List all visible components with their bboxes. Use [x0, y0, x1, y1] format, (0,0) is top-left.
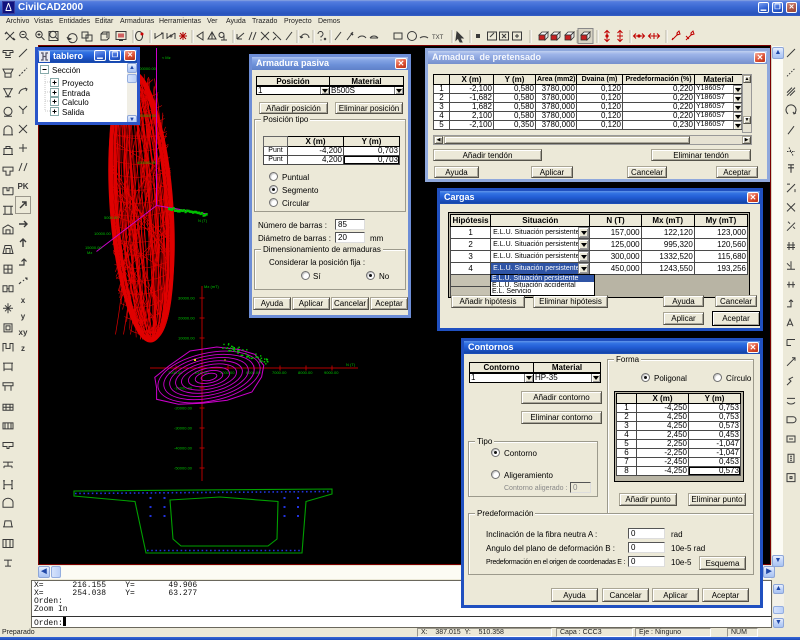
- svg-text:30000.00: 30000.00: [178, 296, 195, 301]
- svg-text:z: z: [21, 344, 25, 353]
- svg-text:5000.00: 5000.00: [104, 215, 119, 220]
- svg-text:-40000.00: -40000.00: [174, 446, 193, 451]
- svg-text:400000.00: 400000.00: [137, 160, 157, 165]
- svg-text:x: x: [21, 296, 26, 305]
- svg-text:Mz: Mz: [87, 250, 92, 255]
- svg-text:10000.00: 10000.00: [178, 336, 195, 341]
- svg-text:-50000.00: -50000.00: [174, 466, 193, 471]
- svg-text:y: y: [21, 312, 26, 321]
- svg-text:N (T): N (T): [198, 218, 208, 223]
- svg-text:≈ Mz: ≈ Mz: [162, 55, 171, 60]
- svg-text:xy: xy: [19, 328, 28, 337]
- svg-text:N (T): N (T): [346, 362, 356, 367]
- svg-text:7000.00: 7000.00: [272, 370, 287, 375]
- svg-text:x: x: [224, 357, 226, 362]
- svg-text:Mz (mT): Mz (mT): [204, 284, 220, 289]
- svg-text:-20000.00: -20000.00: [174, 406, 193, 411]
- svg-text:-30000.00: -30000.00: [174, 426, 193, 431]
- svg-text:8000.00: 8000.00: [298, 370, 313, 375]
- svg-text:10000.00: 10000.00: [94, 231, 111, 236]
- svg-text:PK: PK: [17, 182, 28, 191]
- svg-text:20000.00: 20000.00: [178, 316, 195, 321]
- svg-text:TXT: TXT: [432, 35, 444, 41]
- svg-text:9000.00: 9000.00: [324, 370, 339, 375]
